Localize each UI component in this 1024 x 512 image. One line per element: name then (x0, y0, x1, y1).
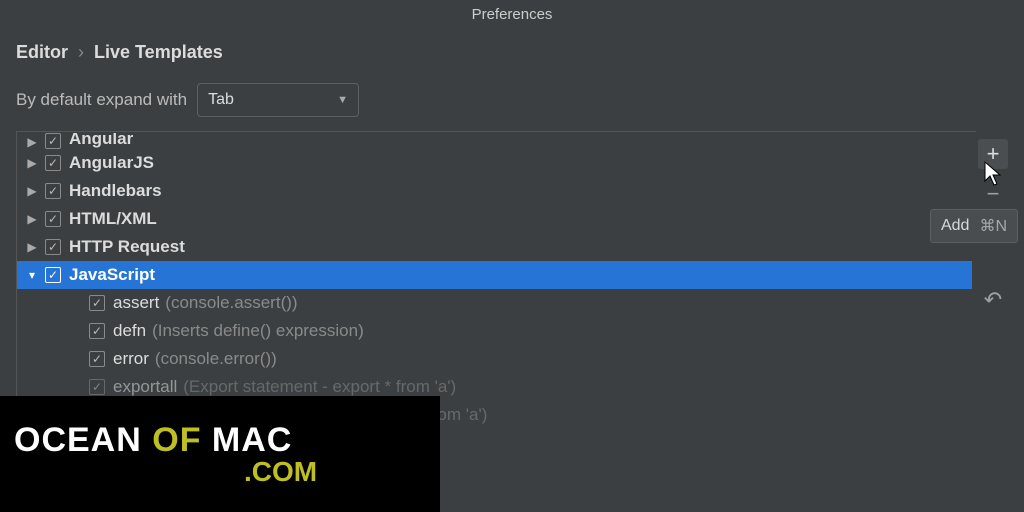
remove-button[interactable]: − (978, 179, 1008, 209)
template-row[interactable]: assert (console.assert()) (17, 289, 972, 317)
checkbox[interactable] (45, 133, 61, 149)
group-label: HTTP Request (69, 237, 185, 257)
template-row[interactable]: error (console.error()) (17, 345, 972, 373)
group-label: AngularJS (69, 153, 154, 173)
group-label: HTML/XML (69, 209, 157, 229)
expand-with-select[interactable]: Tab ▼ (197, 83, 359, 117)
window-title: Preferences (472, 6, 553, 23)
watermark-text: OF (152, 421, 201, 459)
checkbox[interactable] (89, 323, 105, 339)
checkbox[interactable] (45, 155, 61, 171)
template-desc: (console.error()) (155, 349, 277, 369)
window-titlebar: Preferences (0, 0, 1024, 28)
chevron-right-icon[interactable]: ▶ (25, 184, 39, 198)
add-button[interactable]: + (978, 139, 1008, 169)
group-row-angularjs[interactable]: ▶ AngularJS (17, 149, 972, 177)
expand-with-value: Tab (208, 91, 234, 109)
expand-with-label: By default expand with (16, 90, 187, 110)
checkbox[interactable] (45, 239, 61, 255)
group-row-handlebars[interactable]: ▶ Handlebars (17, 177, 972, 205)
group-row-httprequest[interactable]: ▶ HTTP Request (17, 233, 972, 261)
group-label: JavaScript (69, 265, 155, 285)
group-row-javascript[interactable]: ▾ JavaScript (17, 261, 972, 289)
breadcrumb: Editor › Live Templates (0, 28, 1024, 67)
plus-icon: + (987, 143, 1000, 165)
checkbox[interactable] (89, 351, 105, 367)
minus-icon: − (987, 183, 1000, 205)
checkbox[interactable] (45, 183, 61, 199)
group-row-htmlxml[interactable]: ▶ HTML/XML (17, 205, 972, 233)
chevron-down-icon: ▼ (337, 94, 348, 106)
watermark-overlay: OCEAN OF MAC .COM (0, 396, 440, 512)
watermark-text: .COM (14, 456, 440, 488)
template-desc: (Export statement - export * from 'a') (183, 377, 456, 397)
checkbox[interactable] (89, 379, 105, 395)
group-label: Angular (69, 133, 133, 149)
undo-icon: ↶ (984, 289, 1002, 311)
add-tooltip: Add ⌘N (930, 209, 1018, 243)
breadcrumb-separator: › (78, 42, 84, 63)
checkbox[interactable] (45, 267, 61, 283)
chevron-right-icon[interactable]: ▶ (25, 212, 39, 226)
watermark-text: OCEAN (14, 421, 142, 459)
template-abbr: error (113, 349, 149, 369)
reset-button[interactable]: ↶ (978, 285, 1008, 315)
expand-with-row: By default expand with Tab ▼ (0, 67, 1024, 131)
watermark-text: MAC (212, 421, 292, 459)
group-row-angular[interactable]: ▶ Angular (17, 133, 972, 149)
template-row[interactable]: defn (Inserts define() expression) (17, 317, 972, 345)
tooltip-label: Add (941, 217, 969, 235)
checkbox[interactable] (89, 295, 105, 311)
template-abbr: defn (113, 321, 146, 341)
chevron-right-icon[interactable]: ▶ (25, 156, 39, 170)
breadcrumb-current: Live Templates (94, 42, 223, 63)
tooltip-shortcut: ⌘N (979, 216, 1007, 236)
chevron-down-icon[interactable]: ▾ (25, 268, 39, 282)
chevron-right-icon[interactable]: ▶ (25, 240, 39, 254)
template-abbr: assert (113, 293, 159, 313)
template-desc: (Inserts define() expression) (152, 321, 364, 341)
breadcrumb-parent[interactable]: Editor (16, 42, 68, 63)
group-label: Handlebars (69, 181, 162, 201)
chevron-right-icon[interactable]: ▶ (25, 135, 39, 149)
template-abbr: exportall (113, 377, 177, 397)
template-desc: (console.assert()) (165, 293, 297, 313)
checkbox[interactable] (45, 211, 61, 227)
